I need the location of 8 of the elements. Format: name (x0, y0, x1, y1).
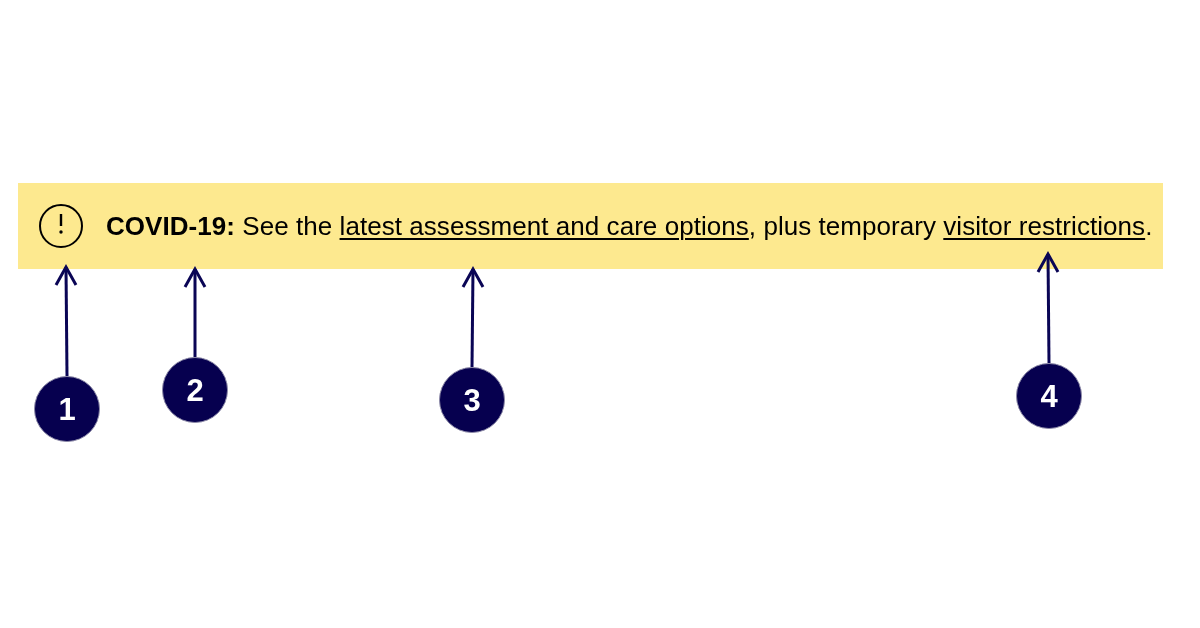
callout-marker: 1 (34, 376, 100, 442)
text-link[interactable]: visitor restrictions (943, 211, 1146, 241)
callout-marker: 4 (1016, 363, 1082, 429)
alert-message: COVID-19: See the latest assessment and care options, plus temporary visitor restrictions. (106, 210, 1153, 242)
text-link[interactable]: latest assessment and care options (339, 211, 749, 241)
alert-icon (39, 204, 83, 248)
callout-marker: 3 (439, 367, 505, 433)
callout-marker: 2 (162, 357, 228, 423)
